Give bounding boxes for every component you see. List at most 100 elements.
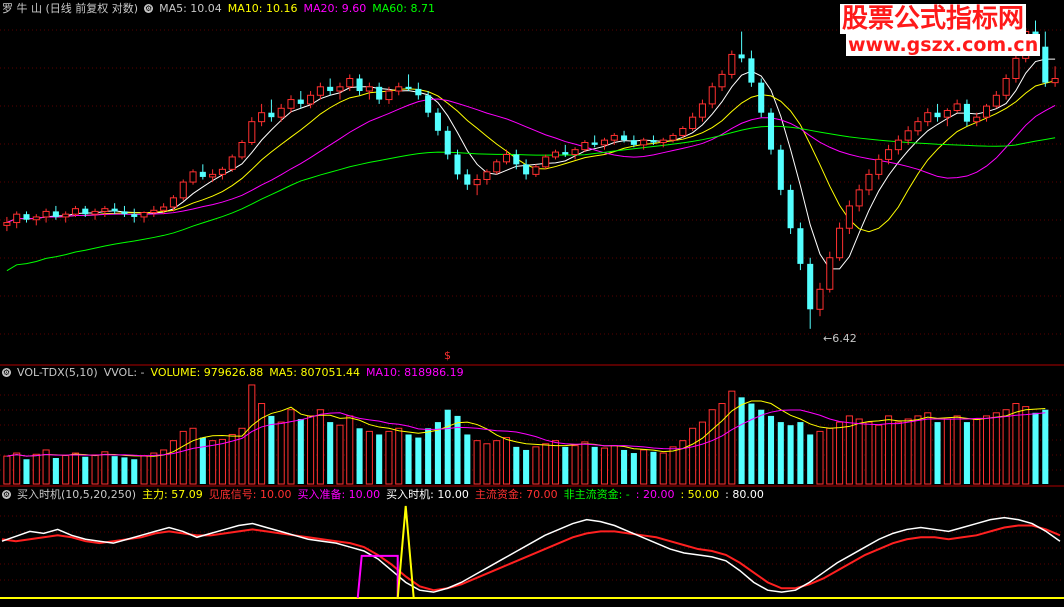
volume-bar xyxy=(425,428,432,484)
volume-bar xyxy=(493,440,501,485)
volume-bar xyxy=(32,453,40,485)
candle-body xyxy=(483,171,491,180)
volume-bar xyxy=(1022,406,1030,485)
volume-bar xyxy=(71,452,80,485)
candle-body xyxy=(218,168,226,175)
volume-bar xyxy=(894,421,902,485)
volume-bar xyxy=(875,424,883,485)
volume-bar xyxy=(523,449,530,484)
candle-body xyxy=(845,205,853,229)
volume-bar xyxy=(728,390,736,485)
volume-bar xyxy=(630,453,637,484)
volume-indicator-name[interactable]: VOL-TDX(5,10) xyxy=(17,366,98,379)
candle-body xyxy=(758,82,765,113)
volume-bar xyxy=(13,452,21,485)
volume-bar xyxy=(405,434,412,484)
volume-bar xyxy=(669,446,677,485)
volume-bar xyxy=(610,445,618,485)
volume-bar xyxy=(327,422,334,484)
candle-body xyxy=(365,86,373,92)
candle-body xyxy=(542,156,550,168)
candle-body xyxy=(973,116,981,123)
stock-chart-canvas[interactable] xyxy=(0,0,1064,607)
candle-body xyxy=(131,214,138,217)
volume-bar xyxy=(650,451,657,484)
volume-bar xyxy=(963,422,970,484)
volume-bar xyxy=(807,434,814,484)
mainstream-funds-value: 主流资金: 70.00 xyxy=(474,488,558,501)
candle-body xyxy=(1002,77,1010,96)
candle-body xyxy=(904,130,912,141)
candlesticks xyxy=(3,20,1059,329)
candle-body xyxy=(169,197,177,208)
candle-body xyxy=(415,88,422,96)
volume-bar xyxy=(787,425,794,484)
candle-body xyxy=(111,208,118,212)
indicator-settings-gear-icon[interactable]: ⚙ xyxy=(2,490,11,499)
settings-gear-icon[interactable]: ⚙ xyxy=(144,4,154,13)
candle-body xyxy=(924,112,932,123)
volume-bar xyxy=(111,456,118,484)
volume-bar xyxy=(121,457,128,484)
volume-settings-gear-icon[interactable]: ⚙ xyxy=(2,368,11,377)
volume-bar xyxy=(356,428,363,484)
candle-body xyxy=(943,109,951,118)
candle-body xyxy=(42,210,50,218)
candle-body xyxy=(689,116,697,130)
candle-body xyxy=(444,130,451,155)
level-20-value: : 20.00 xyxy=(635,488,675,501)
candle-body xyxy=(336,86,344,92)
ex-right-marker: $ xyxy=(444,349,451,362)
candle-body xyxy=(865,173,873,191)
indicator-name[interactable]: 买入时机(10,5,20,250) xyxy=(17,488,136,501)
bottom-signal-spike xyxy=(396,505,415,599)
candle-body xyxy=(532,166,540,175)
volume-bar xyxy=(464,434,471,484)
volume-bar xyxy=(689,427,697,485)
candle-body xyxy=(248,121,256,143)
volume-bar xyxy=(189,427,197,485)
volume-bar xyxy=(395,427,403,485)
candle-body xyxy=(307,94,315,105)
candle-body xyxy=(493,161,501,173)
volume-bar xyxy=(551,440,560,485)
volume-bar xyxy=(307,415,315,485)
candle-body xyxy=(875,158,883,175)
low-price-marker: ←6.42 xyxy=(823,332,857,345)
candle-body xyxy=(502,153,511,163)
candle-body xyxy=(199,171,206,177)
volume-bar xyxy=(248,384,256,485)
candle-body xyxy=(405,86,412,89)
candle-body xyxy=(767,112,775,150)
candle-body xyxy=(346,77,354,88)
volume-bar xyxy=(52,458,59,484)
candle-body xyxy=(1051,77,1059,84)
volume-bar xyxy=(718,403,726,485)
candle-body xyxy=(376,86,383,100)
candle-body xyxy=(52,211,59,217)
candle-body xyxy=(914,121,922,132)
candle-body xyxy=(434,112,441,131)
candle-body xyxy=(1042,46,1049,83)
volume-bar xyxy=(218,438,226,485)
volume-bar xyxy=(708,409,716,485)
candle-body xyxy=(71,208,80,215)
volume-bar xyxy=(473,440,481,485)
volume-bar xyxy=(62,455,70,485)
candle-body xyxy=(885,149,893,160)
candle-body xyxy=(23,214,30,220)
volume-bar xyxy=(101,451,109,485)
candle-body xyxy=(121,211,128,215)
candle-body xyxy=(258,112,266,123)
volume-bar xyxy=(571,445,579,485)
candle-body xyxy=(894,139,902,151)
volume-bar xyxy=(336,424,344,485)
candle-body xyxy=(562,152,569,155)
volume-bar xyxy=(659,452,667,485)
candle-body xyxy=(327,86,334,92)
candle-body xyxy=(32,216,40,221)
candle-body xyxy=(621,135,628,141)
candle-body xyxy=(855,189,863,207)
volume-value: VOLUME: 979626.88 xyxy=(150,366,264,379)
stock-title[interactable]: 罗 牛 山 (日线 前复权 对数) xyxy=(2,2,138,15)
